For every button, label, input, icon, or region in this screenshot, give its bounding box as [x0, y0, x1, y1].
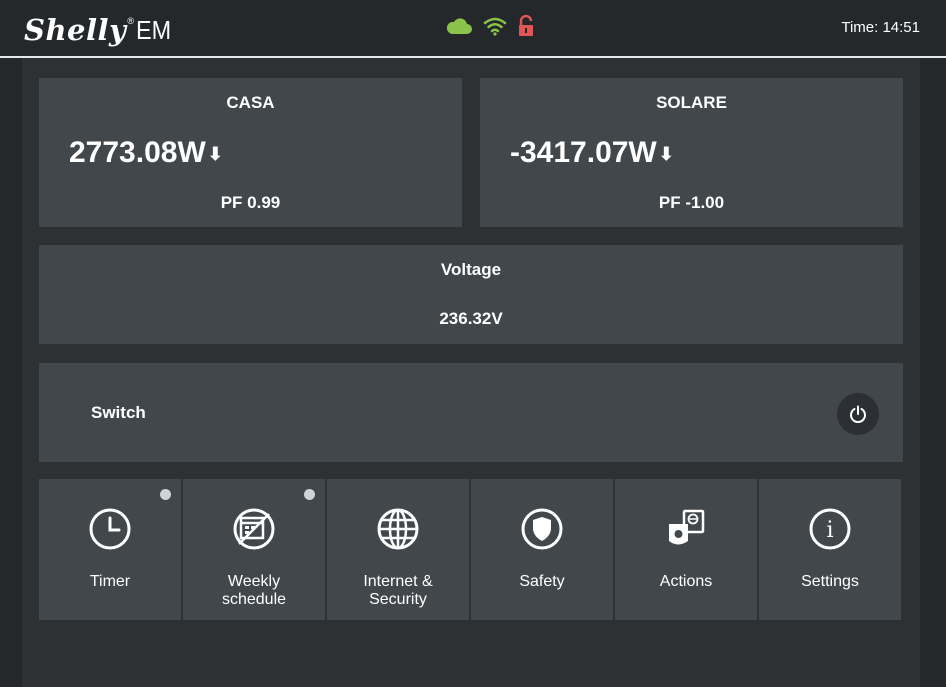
- status-icons: [445, 14, 535, 42]
- cloud-icon: [445, 16, 473, 41]
- voltage-card: Voltage 236.32V: [39, 245, 903, 344]
- download-arrow-icon: ⬇: [207, 143, 223, 164]
- status-dot: [160, 489, 171, 500]
- tile-label: Weekly schedule: [221, 573, 287, 608]
- power-button[interactable]: [837, 393, 879, 435]
- tile-internet-security[interactable]: Internet & Security: [327, 479, 469, 620]
- tile-actions[interactable]: Actions: [615, 479, 757, 620]
- tile-label: Actions: [659, 573, 713, 590]
- channel-name: SOLARE: [656, 93, 727, 112]
- clock-icon: [89, 508, 131, 550]
- voltage-title: Voltage: [440, 260, 502, 279]
- switch-label: Switch: [91, 403, 146, 422]
- channel-card-solare[interactable]: SOLARE -3417.07W ⬇ PF -1.00: [480, 78, 903, 227]
- download-arrow-icon: ⬇: [658, 143, 674, 164]
- actions-icon: [669, 509, 705, 545]
- channel-name: CASA: [226, 93, 275, 112]
- tile-label: Internet & Security: [363, 573, 433, 608]
- tile-label: Settings: [801, 573, 859, 590]
- registered-mark: ®: [127, 16, 135, 26]
- shelly-logo: Shelly ® EM: [24, 12, 175, 48]
- tile-label: Safety: [519, 573, 565, 590]
- svg-text:i: i: [826, 518, 833, 543]
- shield-icon: [521, 508, 563, 550]
- tile-label: Timer: [89, 573, 131, 590]
- current-time: Time: 14:51: [841, 19, 920, 36]
- channel-power: 2773.08W ⬇: [69, 136, 223, 170]
- power-value: 2773.08W: [69, 136, 206, 169]
- calendar-icon: [233, 508, 275, 550]
- tile-timer[interactable]: Timer: [39, 479, 181, 620]
- power-factor: PF -1.00: [658, 193, 725, 212]
- tile-weekly-schedule[interactable]: Weekly schedule: [183, 479, 325, 620]
- power-icon: [850, 405, 866, 423]
- tile-safety[interactable]: Safety: [471, 479, 613, 620]
- brand-name: Shelly: [24, 13, 127, 47]
- globe-icon: [377, 508, 419, 550]
- device-model: EM: [136, 15, 172, 45]
- status-dot: [304, 489, 315, 500]
- main-panel: CASA 2773.08W ⬇ PF 0.99 SOLARE -3417.07W ⬇…: [22, 58, 920, 687]
- switch-card[interactable]: Switch: [39, 363, 903, 462]
- unlocked-icon: [517, 14, 535, 42]
- wifi-icon: [483, 16, 507, 41]
- power-factor: PF 0.99: [220, 193, 281, 212]
- tile-settings[interactable]: i Settings: [759, 479, 901, 620]
- channel-card-casa[interactable]: CASA 2773.08W ⬇ PF 0.99: [39, 78, 462, 227]
- channel-power: -3417.07W ⬇: [510, 136, 674, 170]
- top-bar: Shelly ® EM Time: 14:51: [0, 0, 946, 56]
- info-icon: i: [809, 508, 851, 550]
- voltage-value: 236.32V: [439, 309, 503, 328]
- power-value: -3417.07W: [510, 136, 657, 169]
